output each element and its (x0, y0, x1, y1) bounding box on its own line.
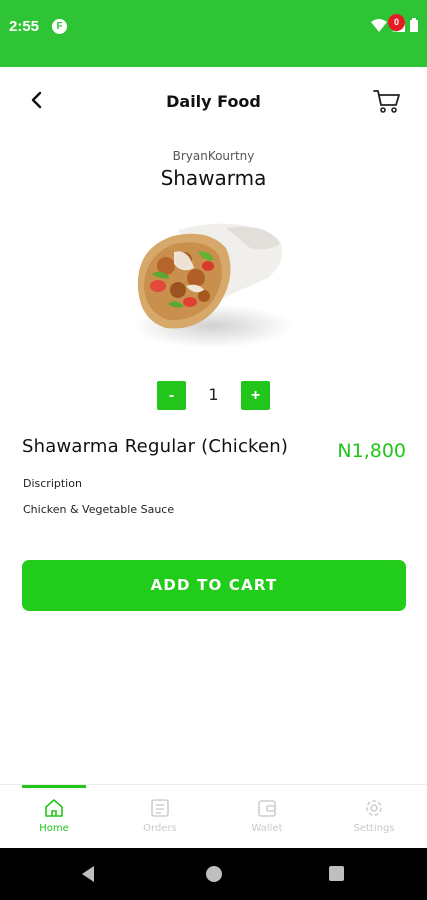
battery-icon (410, 18, 418, 32)
cart-icon (373, 90, 400, 113)
nav-item-settings[interactable]: Settings (334, 797, 414, 843)
vendor-name: BryanKourtny (172, 149, 255, 163)
description-text: Chicken & Vegetable Sauce (23, 503, 175, 516)
wallet-icon (258, 800, 276, 817)
product-image (133, 223, 293, 348)
decrease-quantity-button[interactable]: - (157, 381, 186, 410)
add-to-cart-button[interactable]: ADD TO CART (22, 560, 406, 611)
status-time: 2:55 (9, 18, 40, 35)
quantity-stepper: - 1 + (157, 381, 271, 410)
app-notification-icon: F (52, 19, 67, 34)
cart-button[interactable] (372, 85, 402, 115)
settings-icon (366, 800, 382, 816)
app-header: Daily Food (0, 67, 427, 137)
system-home-button[interactable] (206, 866, 222, 882)
description-label: Discription (23, 477, 82, 490)
nav-label-home: Home (39, 823, 69, 834)
increase-quantity-button[interactable]: + (241, 381, 270, 410)
nav-label-settings: Settings (353, 823, 395, 834)
product-title: Shawarma (160, 166, 267, 190)
system-navigation-bar (0, 848, 427, 900)
nav-item-orders[interactable]: Orders (120, 797, 200, 843)
nav-item-wallet[interactable]: Wallet (227, 797, 307, 843)
nav-label-wallet: Wallet (251, 823, 283, 834)
nav-item-home[interactable]: Home (14, 797, 94, 843)
status-bar: 2:55 F (0, 0, 427, 67)
item-name: Shawarma Regular (Chicken) (22, 436, 289, 457)
cart-count-badge: 0 (388, 14, 405, 31)
system-recents-button[interactable] (329, 866, 344, 881)
active-tab-indicator (22, 785, 86, 788)
nav-label-orders: Orders (143, 823, 177, 834)
item-price: N1,800 (337, 440, 406, 462)
orders-icon (151, 799, 169, 817)
bottom-nav: Home Orders Wallet Settings (0, 784, 427, 848)
page-title: Daily Food (166, 92, 261, 111)
wifi-icon (371, 18, 387, 32)
quantity-value: 1 (208, 385, 219, 404)
system-back-icon[interactable] (80, 865, 96, 883)
home-icon (45, 799, 63, 817)
